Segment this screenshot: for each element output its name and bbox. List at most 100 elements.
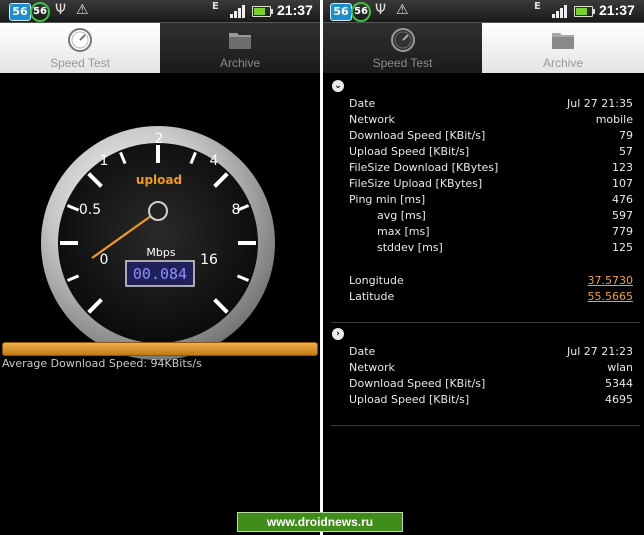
tab-label: Speed Test (50, 56, 110, 70)
signal-icon (552, 5, 570, 18)
usb-icon: Ψ (375, 2, 387, 18)
tab-label: Archive (542, 56, 583, 70)
expand-toggle-icon[interactable]: › (332, 328, 344, 340)
row-key: Ping min [ms] (349, 193, 426, 206)
tab-archive[interactable]: Archive (160, 23, 320, 73)
row-key: Network (349, 361, 395, 374)
status-bar: 56 56 Ψ ⚠ E 21:37 (323, 0, 644, 23)
speed-gauge: 0 0.5 1 2 4 8 16 upload Mbps 00.084 (41, 126, 275, 360)
progress-bar (2, 342, 318, 356)
gauge-scale-1: 1 (100, 153, 109, 169)
row-value: 4695 (605, 393, 633, 406)
list-item: avg [ms] 597 (349, 209, 633, 225)
row-key: max [ms] (377, 225, 430, 238)
list-item: Upload Speed [KBit/s] 4695 (349, 393, 633, 409)
list-item: Upload Speed [KBit/s] 57 (349, 145, 633, 161)
list-item: Longitude 37.5730 (349, 274, 633, 290)
tab-archive[interactable]: Archive (482, 23, 644, 73)
row-value: mobile (595, 113, 633, 126)
row-key: Upload Speed [KBit/s] (349, 393, 470, 406)
row-value: Jul 27 21:35 (567, 97, 633, 110)
row-key: avg [ms] (377, 209, 426, 222)
list-item: Date Jul 27 21:23 (349, 345, 633, 361)
speedometer-icon (68, 28, 92, 52)
row-key: Network (349, 113, 395, 126)
row-value: 107 (612, 177, 633, 190)
signal-icon (230, 5, 248, 18)
row-key: Download Speed [KBit/s] (349, 377, 486, 390)
gauge-unit-label: Mbps (146, 246, 175, 259)
clock: 21:37 (277, 2, 313, 18)
row-value: 597 (612, 209, 633, 222)
status-bar: 56 56 Ψ ⚠ E 21:37 (0, 0, 320, 23)
warning-icon: ⚠ (396, 2, 409, 18)
tab-speed-test[interactable]: Speed Test (0, 23, 160, 73)
row-value: 476 (612, 193, 633, 206)
latitude-label: Latitude (349, 290, 395, 303)
usb-icon: Ψ (55, 2, 67, 18)
warning-icon: ⚠ (76, 2, 89, 18)
gauge-scale-0.5: 0.5 (79, 202, 101, 218)
battery-icon (574, 6, 595, 17)
row-key: FileSize Download [KBytes] (349, 161, 499, 174)
list-item: Ping min [ms] 476 (349, 193, 633, 209)
row-key: Upload Speed [KBit/s] (349, 145, 470, 158)
data-network-icon: E (212, 1, 219, 12)
list-item: FileSize Download [KBytes] 123 (349, 161, 633, 177)
row-value: 125 (612, 241, 633, 254)
gauge-readout: 00.084 (133, 265, 187, 283)
gauge-scale-2: 2 (155, 131, 164, 147)
row-key: Download Speed [KBit/s] (349, 129, 486, 142)
row-key: FileSize Upload [KBytes] (349, 177, 483, 190)
entry-separator (331, 425, 640, 426)
notification-badge: 56 (330, 3, 352, 21)
row-value: 779 (612, 225, 633, 238)
tab-speed-test[interactable]: Speed Test (323, 23, 482, 73)
notification-circle-badge: 56 (351, 2, 371, 22)
longitude-label: Longitude (349, 274, 404, 287)
battery-icon (252, 6, 273, 17)
longitude-link[interactable]: 37.5730 (588, 274, 634, 287)
row-key: Date (349, 97, 376, 110)
speed-test-screen: 56 56 Ψ ⚠ E 21:37 Speed Test Archive 0 0… (0, 0, 320, 535)
list-item: Download Speed [KBit/s] 5344 (349, 377, 633, 393)
list-item: Network wlan (349, 361, 633, 377)
watermark: www.droidnews.ru (237, 512, 403, 532)
list-item: stddev [ms] 125 (349, 241, 633, 257)
list-item: Latitude 55.5665 (349, 290, 633, 306)
row-value: wlan (607, 361, 633, 374)
tab-label: Archive (219, 56, 260, 70)
clock: 21:37 (599, 2, 635, 18)
row-value: 5344 (605, 377, 633, 390)
row-key: stddev [ms] (377, 241, 443, 254)
row-value: 123 (612, 161, 633, 174)
speedometer-icon (390, 28, 415, 52)
folder-icon (229, 33, 251, 49)
gauge-hub (148, 201, 168, 221)
folder-icon (552, 33, 574, 49)
list-item: Download Speed [KBit/s] 79 (349, 129, 633, 145)
archive-screen: 56 56 Ψ ⚠ E 21:37 Speed Test Archive ⌄ D… (323, 0, 644, 535)
latitude-link[interactable]: 55.5665 (588, 290, 634, 303)
notification-badge: 56 (9, 3, 31, 21)
collapse-toggle-icon[interactable]: ⌄ (332, 80, 344, 92)
row-value: 79 (619, 129, 633, 142)
data-network-icon: E (534, 1, 541, 12)
row-key: Date (349, 345, 376, 358)
entry-separator (331, 322, 640, 323)
tab-bar: Speed Test Archive (0, 23, 320, 73)
list-item: Date Jul 27 21:35 (349, 97, 633, 113)
average-speed-text: Average Download Speed: 94KBits/s (2, 357, 202, 370)
notification-circle-badge: 56 (30, 2, 50, 22)
row-value: 57 (619, 145, 633, 158)
list-item: FileSize Upload [KBytes] 107 (349, 177, 633, 193)
tab-label: Speed Test (372, 56, 433, 70)
list-item: Network mobile (349, 113, 633, 129)
tab-bar: Speed Test Archive (323, 23, 644, 73)
row-value: Jul 27 21:23 (567, 345, 633, 358)
gauge-scale-0: 0 (100, 252, 109, 268)
gauge-mode-label: upload (136, 173, 182, 187)
gauge-scale-16: 16 (200, 252, 218, 268)
list-item: max [ms] 779 (349, 225, 633, 241)
gauge-scale-4: 4 (210, 153, 219, 169)
